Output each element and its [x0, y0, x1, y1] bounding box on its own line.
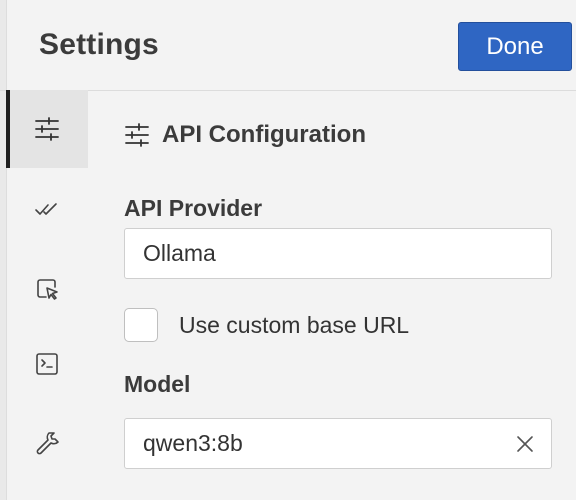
- sliders-icon: [35, 117, 59, 141]
- cursor-select-icon: [37, 279, 58, 300]
- tab-tools[interactable]: [6, 403, 88, 481]
- sliders-icon: [124, 122, 150, 148]
- tab-terminal[interactable]: [6, 325, 88, 403]
- api-provider-value: Ollama: [143, 240, 216, 266]
- model-value: qwen3:8b: [143, 430, 243, 456]
- api-provider-label: API Provider: [124, 195, 263, 221]
- custom-base-url-row: Use custom base URL: [124, 307, 409, 343]
- api-provider-select[interactable]: Ollama: [124, 228, 552, 279]
- tab-browser[interactable]: [6, 250, 88, 328]
- custom-base-url-checkbox[interactable]: [124, 308, 158, 342]
- custom-base-url-label[interactable]: Use custom base URL: [179, 312, 409, 339]
- section-title: API Configuration: [124, 119, 366, 151]
- double-check-icon: [35, 203, 57, 215]
- done-button[interactable]: Done: [458, 22, 572, 71]
- settings-window: Settings Done API Configuration API Prov…: [0, 0, 576, 500]
- settings-header: Settings Done: [0, 0, 576, 91]
- terminal-icon: [36, 353, 58, 375]
- page-title: Settings: [39, 28, 159, 61]
- wrench-icon: [36, 432, 59, 455]
- model-clear-button[interactable]: [513, 432, 537, 456]
- model-label: Model: [124, 371, 191, 397]
- section-title-label: API Configuration: [162, 121, 366, 148]
- tab-auto-approve[interactable]: [6, 170, 88, 248]
- close-icon: [517, 436, 533, 452]
- model-input[interactable]: qwen3:8b: [124, 418, 552, 469]
- tab-api-configuration[interactable]: [6, 90, 88, 168]
